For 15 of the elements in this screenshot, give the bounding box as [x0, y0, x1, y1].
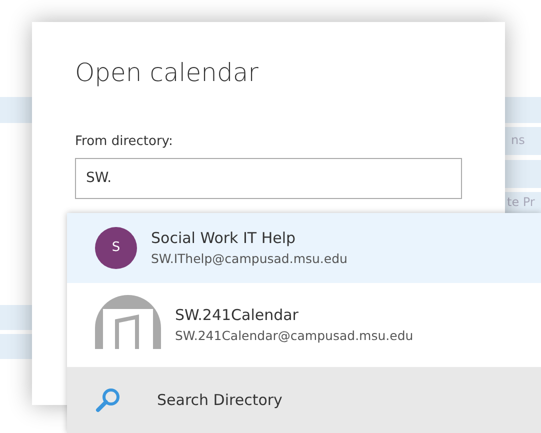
search-directory-item[interactable]: Search Directory	[67, 367, 541, 433]
suggestion-item[interactable]: S Social Work IT Help SW.IThelp@campusad.msu.edu	[67, 213, 541, 283]
contact-name: SW.241Calendar	[175, 305, 300, 326]
field-label: From directory:	[75, 133, 174, 151]
directory-search-field[interactable]: SW.	[75, 158, 462, 198]
dialog-title: Open calendar	[75, 58, 260, 88]
contact-email: SW.241Calendar@campusad.msu.edu	[175, 326, 414, 345]
suggestion-item[interactable]: SW.241Calendar SW.241Calendar@campusad.msu.edu	[67, 283, 541, 367]
background-text: ns	[511, 133, 525, 148]
search-icon	[95, 387, 121, 413]
avatar: S	[95, 227, 137, 269]
contact-name: Social Work IT Help	[151, 228, 297, 250]
contact-email: SW.IThelp@campusad.msu.edu	[151, 250, 348, 268]
background-row	[505, 160, 541, 188]
background-text: te Pr	[507, 195, 535, 210]
